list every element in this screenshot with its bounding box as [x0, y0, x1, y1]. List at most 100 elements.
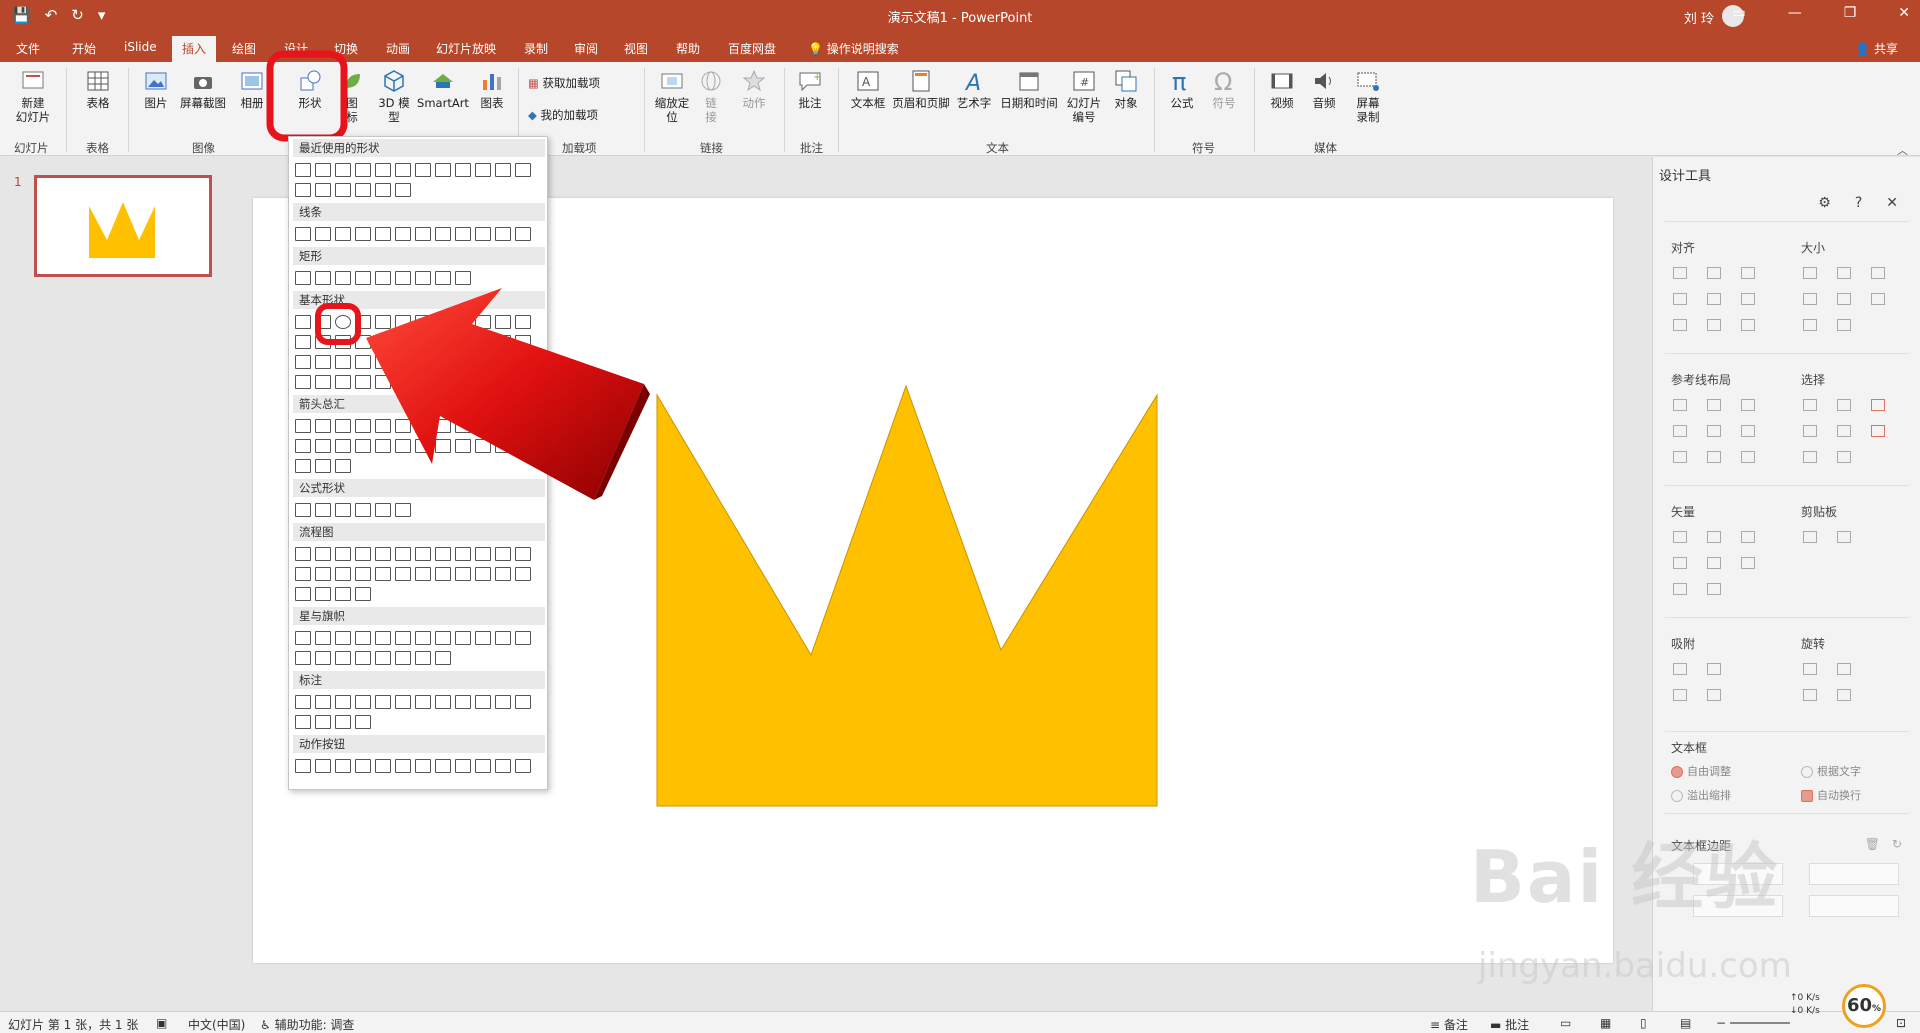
shape-item[interactable]	[495, 631, 511, 645]
shape-item[interactable]	[335, 651, 351, 665]
action-button[interactable]: 动作	[736, 68, 772, 110]
shape-item[interactable]	[395, 651, 411, 665]
collapse-ribbon-icon[interactable]: ︿	[1897, 142, 1908, 158]
shape-item[interactable]	[335, 163, 351, 177]
shape-item[interactable]	[375, 631, 391, 645]
shape-item[interactable]	[435, 547, 451, 561]
shape-item[interactable]	[355, 547, 371, 561]
select-tool-icon[interactable]	[1803, 451, 1817, 463]
size-tool-icon[interactable]	[1803, 293, 1817, 305]
snap-tool-icon[interactable]	[1707, 689, 1721, 701]
shape-item[interactable]	[515, 163, 531, 177]
shape-item[interactable]	[375, 759, 391, 773]
video-button[interactable]: 视频	[1264, 68, 1300, 110]
comments-button[interactable]: ▬ 批注	[1490, 1016, 1529, 1033]
shape-item[interactable]	[435, 163, 451, 177]
3d-model-button[interactable]: 3D 模 型	[374, 68, 414, 124]
shape-item[interactable]	[315, 715, 331, 729]
shape-item[interactable]	[355, 567, 371, 581]
shape-item[interactable]	[515, 227, 531, 241]
select-tool-icon[interactable]	[1837, 425, 1851, 437]
shape-item[interactable]	[335, 587, 351, 601]
select-tool-icon[interactable]	[1871, 399, 1885, 411]
size-tool-icon[interactable]	[1837, 293, 1851, 305]
maximize-icon[interactable]: ❐	[1844, 5, 1857, 21]
tab-home[interactable]: 开始	[72, 40, 96, 57]
guide-tool-icon[interactable]	[1741, 451, 1755, 463]
align-top-icon[interactable]	[1673, 293, 1687, 305]
shape-item[interactable]	[335, 419, 351, 433]
shape-item[interactable]	[315, 355, 331, 369]
shape-item[interactable]	[315, 651, 331, 665]
distribute-icon[interactable]	[1741, 319, 1755, 331]
align-center-icon[interactable]	[1707, 267, 1721, 279]
shape-item[interactable]	[455, 547, 471, 561]
audio-button[interactable]: 音频	[1306, 68, 1342, 110]
shape-item[interactable]	[335, 439, 351, 453]
fit-slide-icon[interactable]: ⊡	[1896, 1016, 1906, 1030]
distribute-v-icon[interactable]	[1707, 319, 1721, 331]
shape-item[interactable]	[375, 567, 391, 581]
select-tool-icon[interactable]	[1871, 425, 1885, 437]
shape-item[interactable]	[355, 759, 371, 773]
paste-icon[interactable]	[1837, 531, 1851, 543]
zoom-slider[interactable]	[1730, 1022, 1790, 1024]
shape-item[interactable]	[455, 163, 471, 177]
link-button[interactable]: 链 接	[698, 68, 724, 124]
shape-item[interactable]	[355, 163, 371, 177]
tab-review[interactable]: 审阅	[574, 40, 598, 57]
slide-thumbnail[interactable]	[34, 175, 212, 277]
guide-tool-icon[interactable]	[1741, 425, 1755, 437]
rotate-left-icon[interactable]	[1803, 663, 1817, 675]
shape-item[interactable]	[375, 547, 391, 561]
shape-item[interactable]	[315, 163, 331, 177]
minimize-icon[interactable]: —	[1788, 5, 1802, 21]
shape-item[interactable]	[375, 651, 391, 665]
shape-item[interactable]	[475, 227, 491, 241]
align-bottom-icon[interactable]	[1741, 293, 1755, 305]
snap-tool-icon[interactable]	[1673, 663, 1687, 675]
shape-item[interactable]	[455, 695, 471, 709]
language-indicator[interactable]: 中文(中国)	[188, 1016, 245, 1033]
margin-right-input[interactable]	[1809, 863, 1899, 885]
shape-item[interactable]	[415, 547, 431, 561]
guide-tool-icon[interactable]	[1741, 399, 1755, 411]
align-middle-icon[interactable]	[1707, 293, 1721, 305]
shape-item[interactable]	[355, 631, 371, 645]
vector-tool-icon[interactable]	[1741, 557, 1755, 569]
equation-button[interactable]: π 公式	[1164, 68, 1200, 110]
slideshow-icon[interactable]: ▤	[1680, 1016, 1691, 1030]
guide-tool-icon[interactable]	[1673, 399, 1687, 411]
auto-wrap-option[interactable]: 自动换行	[1801, 787, 1861, 803]
guide-tool-icon[interactable]	[1707, 451, 1721, 463]
shape-item[interactable]	[515, 547, 531, 561]
rotate-right-icon[interactable]	[1837, 663, 1851, 675]
vector-tool-icon[interactable]	[1673, 557, 1687, 569]
snap-tool-icon[interactable]	[1673, 689, 1687, 701]
shape-item[interactable]	[335, 567, 351, 581]
shape-item[interactable]	[435, 695, 451, 709]
shape-item[interactable]	[375, 163, 391, 177]
share-button[interactable]: 👤 共享	[1855, 40, 1898, 57]
shape-item[interactable]	[435, 227, 451, 241]
shape-item[interactable]	[295, 227, 311, 241]
select-tool-icon[interactable]	[1803, 425, 1817, 437]
tab-insert[interactable]: 插入	[172, 36, 217, 62]
size-tool-icon[interactable]	[1871, 267, 1885, 279]
spellcheck-icon[interactable]: ▣	[156, 1016, 167, 1030]
shape-item[interactable]	[475, 631, 491, 645]
reading-view-icon[interactable]: ▯	[1640, 1016, 1647, 1030]
shape-item[interactable]	[395, 547, 411, 561]
shape-item[interactable]	[295, 695, 311, 709]
vector-tool-icon[interactable]	[1673, 531, 1687, 543]
shape-item[interactable]	[295, 547, 311, 561]
comment-button[interactable]: + 批注	[792, 68, 828, 110]
shape-item[interactable]	[315, 271, 331, 285]
shape-item[interactable]	[475, 547, 491, 561]
shape-item[interactable]	[455, 759, 471, 773]
shape-item[interactable]	[375, 695, 391, 709]
shape-item[interactable]	[495, 695, 511, 709]
shape-item[interactable]	[335, 227, 351, 241]
shape-item[interactable]	[295, 419, 311, 433]
shape-item[interactable]	[315, 183, 331, 197]
